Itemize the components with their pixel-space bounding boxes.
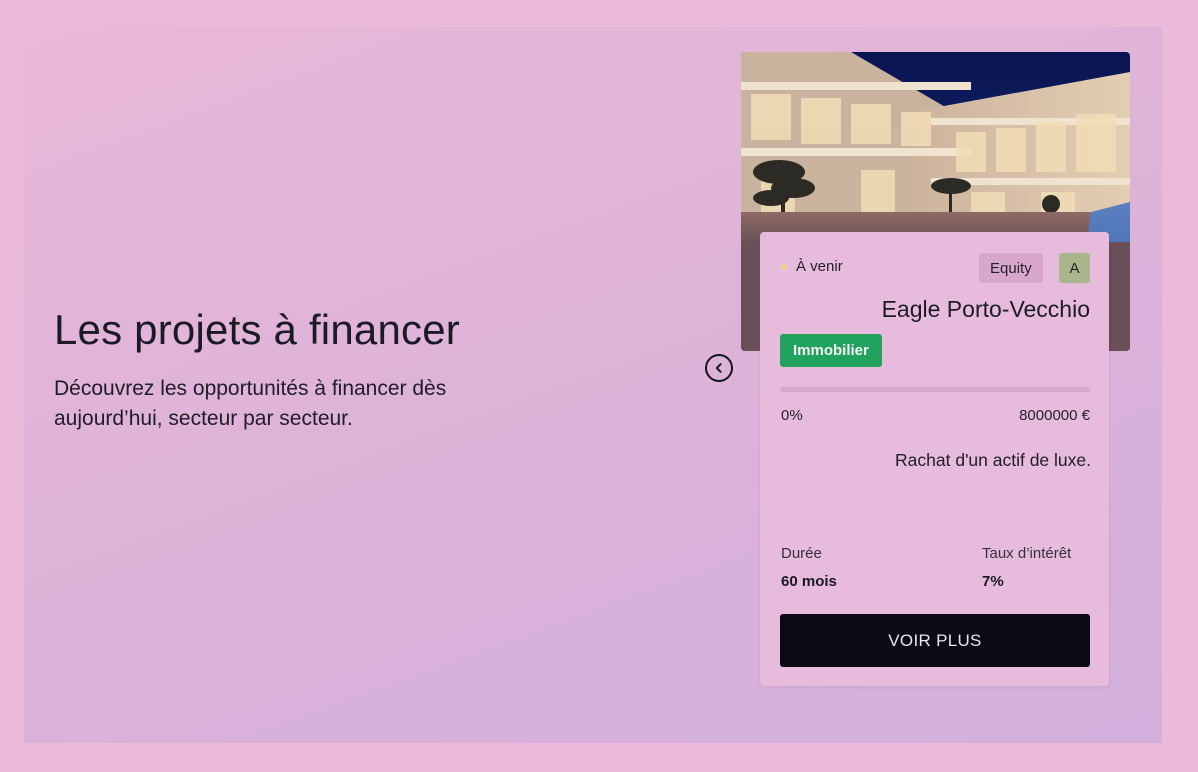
- funding-goal: 8000000 €: [1019, 407, 1090, 424]
- carousel-prev-button[interactable]: [705, 354, 733, 382]
- interest-rate-label: Taux d’intérêt: [982, 545, 1072, 562]
- project-description: Rachat d'un actif de luxe.: [895, 450, 1091, 470]
- sector-tag: Immobilier: [780, 334, 882, 367]
- project-status: À venir: [781, 258, 843, 275]
- funding-percent: 0%: [781, 407, 803, 424]
- funding-progress-bar: [780, 387, 1090, 392]
- chevron-left-icon: [715, 363, 722, 373]
- page-title: Les projets à financer: [54, 306, 460, 353]
- status-dot-icon: [781, 263, 787, 270]
- duration-value: 60 mois: [781, 573, 837, 590]
- page-subtitle: Découvrez les opportunités à financer dè…: [54, 377, 447, 430]
- see-more-button[interactable]: VOIR PLUS: [780, 614, 1090, 667]
- project-name[interactable]: Eagle Porto-Vecchio: [882, 296, 1090, 323]
- project-card[interactable]: À venir Equity A Eagle Porto-Vecchio Imm…: [760, 232, 1109, 686]
- investment-type-badge: Equity: [979, 253, 1043, 283]
- interest-rate-value: 7%: [982, 573, 1004, 590]
- duration-label: Durée: [781, 545, 822, 562]
- status-label: À venir: [796, 258, 843, 275]
- risk-grade-badge: A: [1059, 253, 1090, 283]
